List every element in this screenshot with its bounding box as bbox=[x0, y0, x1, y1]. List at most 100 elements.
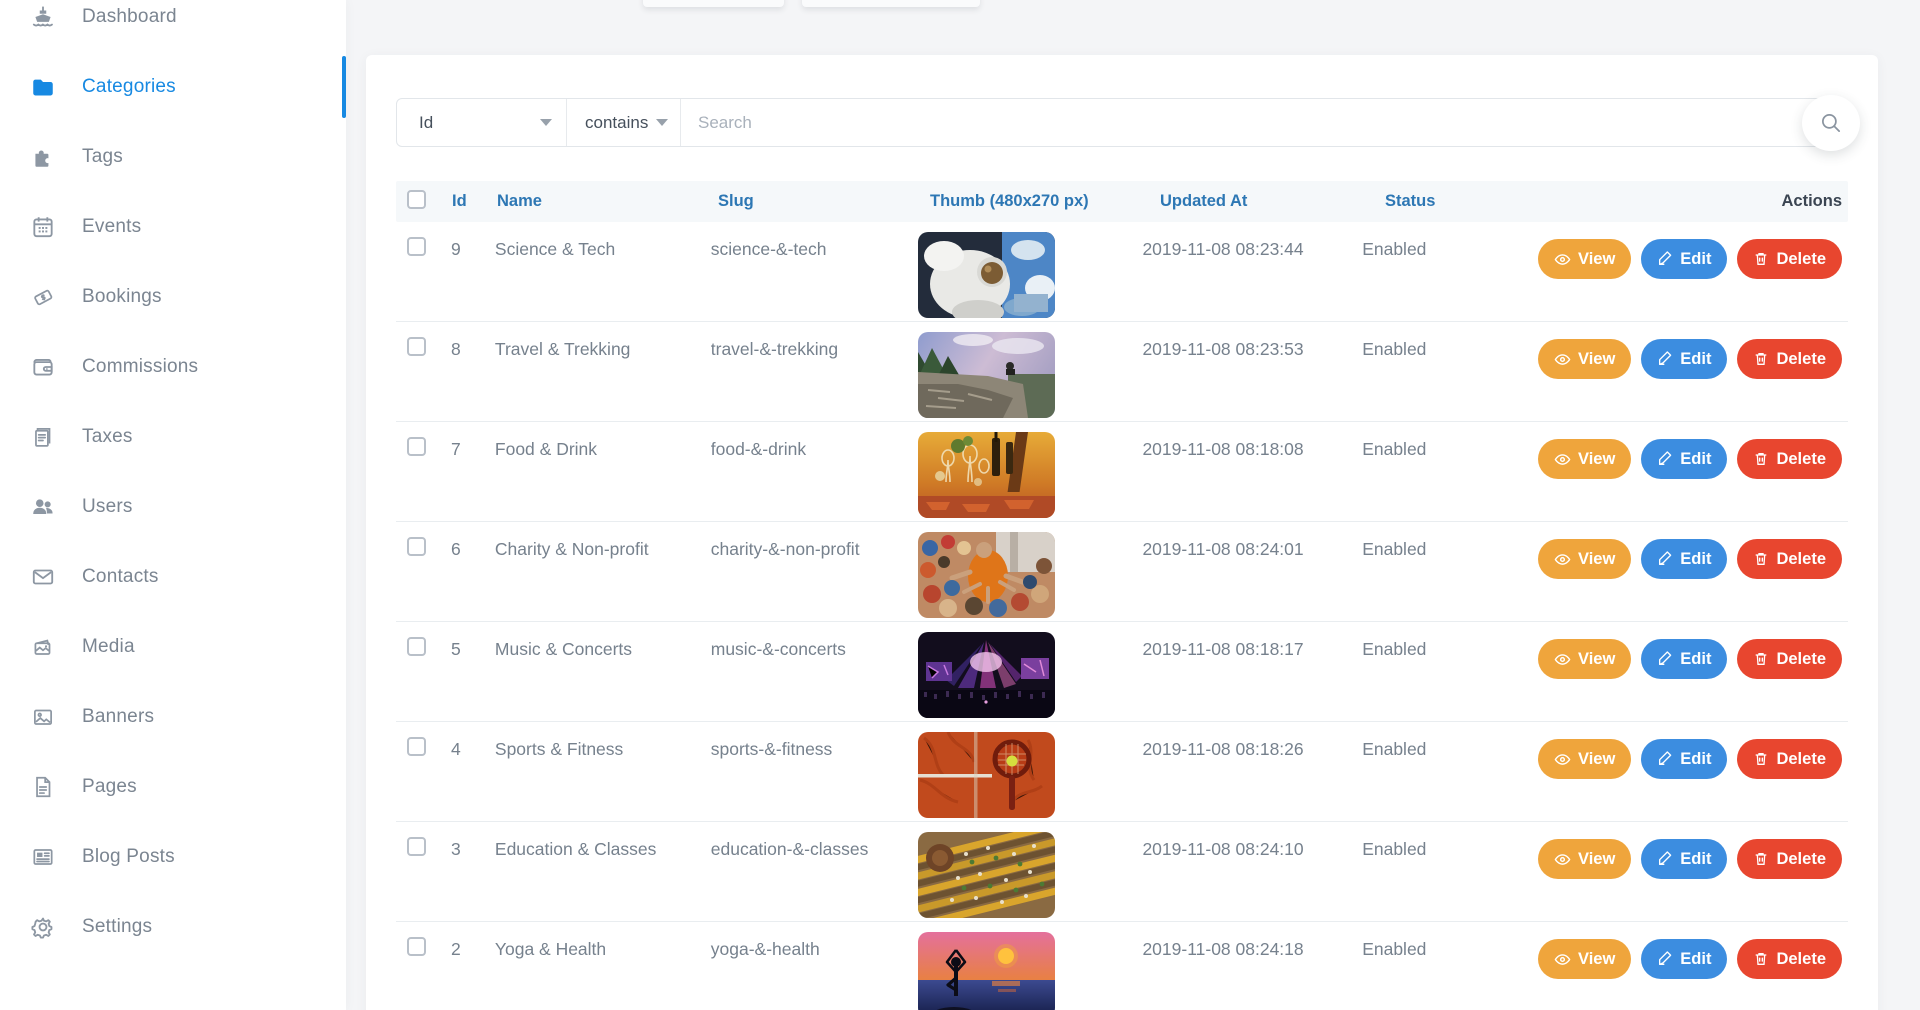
eye-icon bbox=[1554, 651, 1571, 668]
receipt-icon bbox=[28, 424, 58, 450]
row-checkbox[interactable] bbox=[407, 737, 426, 756]
thumbnail-image bbox=[918, 432, 1055, 518]
sidebar-item-settings[interactable]: Settings bbox=[0, 892, 346, 962]
view-button-label: View bbox=[1578, 251, 1615, 268]
trash-icon bbox=[1753, 851, 1769, 867]
edit-button[interactable]: Edit bbox=[1641, 839, 1727, 879]
select-all-checkbox[interactable] bbox=[407, 190, 426, 209]
cut-off-toolbar-button[interactable] bbox=[643, 0, 784, 7]
view-button[interactable]: View bbox=[1538, 439, 1631, 479]
sidebar-item-label: Blog Posts bbox=[82, 846, 175, 868]
thumbnail-image bbox=[918, 932, 1055, 1010]
cut-off-toolbar-button[interactable] bbox=[802, 0, 980, 7]
sidebar-item-pages[interactable]: Pages bbox=[0, 752, 346, 822]
row-checkbox[interactable] bbox=[407, 337, 426, 356]
categories-table: Id Name Slug Thumb (480x270 px) Updated … bbox=[396, 181, 1848, 1010]
row-checkbox[interactable] bbox=[407, 837, 426, 856]
search-button[interactable] bbox=[1802, 95, 1860, 151]
row-name: Education & Classes bbox=[495, 822, 711, 860]
sidebar-item-users[interactable]: Users bbox=[0, 472, 346, 542]
edit-button[interactable]: Edit bbox=[1641, 439, 1727, 479]
eye-icon bbox=[1554, 451, 1571, 468]
delete-button-label: Delete bbox=[1776, 951, 1826, 968]
sidebar-item-commissions[interactable]: Commissions bbox=[0, 332, 346, 402]
edit-button[interactable]: Edit bbox=[1641, 939, 1727, 979]
sidebar-item-dashboard[interactable]: Dashboard bbox=[0, 0, 346, 52]
row-checkbox[interactable] bbox=[407, 437, 426, 456]
delete-button[interactable]: Delete bbox=[1737, 439, 1842, 479]
edit-button[interactable]: Edit bbox=[1641, 339, 1727, 379]
row-checkbox[interactable] bbox=[407, 537, 426, 556]
view-button[interactable]: View bbox=[1538, 639, 1631, 679]
sidebar-item-contacts[interactable]: Contacts bbox=[0, 542, 346, 612]
envelope-icon bbox=[28, 564, 58, 590]
row-name: Music & Concerts bbox=[495, 622, 711, 660]
folder-icon bbox=[28, 74, 58, 100]
delete-button[interactable]: Delete bbox=[1737, 339, 1842, 379]
row-name: Travel & Trekking bbox=[495, 322, 711, 360]
table-row: 8 Travel & Trekking travel-&-trekking bbox=[396, 322, 1848, 422]
view-button[interactable]: View bbox=[1538, 839, 1631, 879]
trash-icon bbox=[1753, 451, 1769, 467]
row-slug: music-&-concerts bbox=[711, 622, 918, 660]
row-id: 9 bbox=[451, 222, 495, 260]
view-button-label: View bbox=[1578, 851, 1615, 868]
view-button[interactable]: View bbox=[1538, 239, 1631, 279]
edit-icon bbox=[1657, 551, 1673, 567]
row-updated-at: 2019-11-08 08:23:44 bbox=[1142, 222, 1362, 260]
delete-button-label: Delete bbox=[1776, 851, 1826, 868]
sidebar-item-bookings[interactable]: Bookings bbox=[0, 262, 346, 332]
trash-icon bbox=[1753, 651, 1769, 667]
sidebar-item-label: Settings bbox=[82, 916, 152, 938]
sidebar-item-tags[interactable]: Tags bbox=[0, 122, 346, 192]
ticket-icon bbox=[28, 284, 58, 310]
delete-button[interactable]: Delete bbox=[1737, 639, 1842, 679]
header-thumb: Thumb (480x270 px) bbox=[930, 192, 1160, 211]
edit-button[interactable]: Edit bbox=[1641, 739, 1727, 779]
edit-button-label: Edit bbox=[1680, 651, 1711, 668]
thumbnail-image bbox=[918, 632, 1055, 718]
edit-icon bbox=[1657, 651, 1673, 667]
view-button[interactable]: View bbox=[1538, 739, 1631, 779]
header-id: Id bbox=[452, 192, 497, 211]
search-input[interactable] bbox=[681, 99, 1847, 146]
delete-button[interactable]: Delete bbox=[1737, 839, 1842, 879]
row-id: 7 bbox=[451, 422, 495, 460]
delete-button[interactable]: Delete bbox=[1737, 739, 1842, 779]
edit-icon bbox=[1657, 951, 1673, 967]
filter-field-value: Id bbox=[419, 113, 532, 133]
view-button[interactable]: View bbox=[1538, 539, 1631, 579]
filter-operator-select[interactable]: contains bbox=[567, 99, 681, 146]
row-slug: education-&-classes bbox=[711, 822, 918, 860]
row-checkbox[interactable] bbox=[407, 937, 426, 956]
row-slug: charity-&-non-profit bbox=[711, 522, 918, 560]
trash-icon bbox=[1753, 751, 1769, 767]
sidebar-item-taxes[interactable]: Taxes bbox=[0, 402, 346, 472]
delete-button-label: Delete bbox=[1776, 551, 1826, 568]
table-row: 3 Education & Classes education-&-classe… bbox=[396, 822, 1848, 922]
delete-button[interactable]: Delete bbox=[1737, 939, 1842, 979]
header-status: Status bbox=[1385, 192, 1565, 211]
edit-button[interactable]: Edit bbox=[1641, 539, 1727, 579]
sidebar-item-events[interactable]: Events bbox=[0, 192, 346, 262]
photos-icon bbox=[28, 634, 58, 660]
view-button[interactable]: View bbox=[1538, 339, 1631, 379]
row-checkbox[interactable] bbox=[407, 237, 426, 256]
view-button[interactable]: View bbox=[1538, 939, 1631, 979]
sidebar-item-label: Media bbox=[82, 636, 135, 658]
edit-icon bbox=[1657, 351, 1673, 367]
delete-button[interactable]: Delete bbox=[1737, 539, 1842, 579]
row-checkbox[interactable] bbox=[407, 637, 426, 656]
view-button-label: View bbox=[1578, 651, 1615, 668]
filter-field-select[interactable]: Id bbox=[397, 99, 567, 146]
search-icon bbox=[1818, 110, 1844, 136]
edit-button[interactable]: Edit bbox=[1641, 239, 1727, 279]
sidebar-item-categories[interactable]: Categories bbox=[0, 52, 346, 122]
sidebar-item-label: Contacts bbox=[82, 566, 159, 588]
row-status: Enabled bbox=[1362, 422, 1538, 460]
sidebar-item-blog-posts[interactable]: Blog Posts bbox=[0, 822, 346, 892]
sidebar-item-media[interactable]: Media bbox=[0, 612, 346, 682]
edit-button[interactable]: Edit bbox=[1641, 639, 1727, 679]
sidebar-item-banners[interactable]: Banners bbox=[0, 682, 346, 752]
delete-button[interactable]: Delete bbox=[1737, 239, 1842, 279]
